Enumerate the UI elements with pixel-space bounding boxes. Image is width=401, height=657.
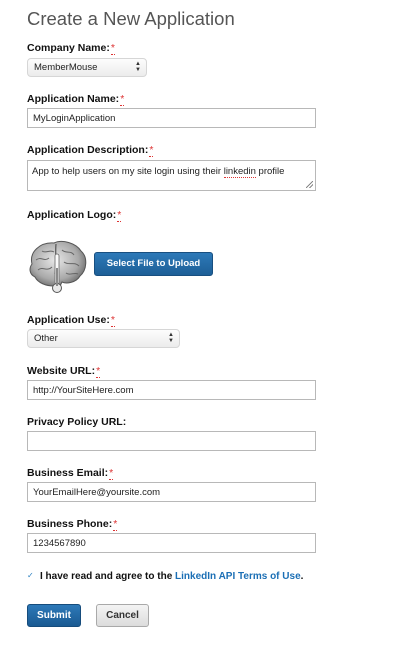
business-email-input[interactable]: YourEmailHere@yoursite.com [27, 482, 316, 502]
select-file-upload-button[interactable]: Select File to Upload [94, 252, 213, 276]
website-url-label: Website URL:* [27, 365, 101, 378]
application-description-textarea[interactable]: App to help users on my site login using… [27, 160, 316, 191]
company-name-label: Company Name:* [27, 42, 115, 55]
required-marker: * [96, 365, 101, 378]
website-url-input[interactable]: http://YourSiteHere.com [27, 380, 316, 400]
resize-handle-icon[interactable] [306, 181, 313, 188]
privacy-policy-url-label: Privacy Policy URL: [27, 416, 127, 428]
application-description-label: Application Description:* [27, 144, 154, 157]
company-name-select[interactable]: MemberMouse ▲ ▼ [27, 58, 147, 77]
application-use-label: Application Use:* [27, 314, 115, 327]
required-marker: * [109, 467, 114, 480]
company-name-value: MemberMouse [34, 62, 98, 73]
agree-terms-checkbox[interactable]: ✓ [27, 572, 35, 580]
required-marker: * [117, 209, 122, 222]
required-marker: * [113, 518, 118, 531]
cancel-button[interactable]: Cancel [96, 604, 149, 627]
privacy-policy-url-input[interactable] [27, 431, 316, 451]
required-marker: * [110, 42, 115, 55]
business-email-label: Business Email:* [27, 467, 114, 480]
required-marker: * [149, 144, 154, 157]
brain-logo-image [29, 240, 87, 293]
page-title: Create a New Application [27, 8, 235, 29]
submit-button[interactable]: Submit [27, 604, 81, 627]
application-logo-label: Application Logo:* [27, 209, 122, 222]
select-arrows-icon: ▲ ▼ [135, 61, 141, 73]
application-name-input[interactable]: MyLoginApplication [27, 108, 316, 128]
business-phone-input[interactable]: 1234567890 [27, 533, 316, 553]
required-marker: * [110, 314, 115, 327]
terms-of-use-link[interactable]: LinkedIn API Terms of Use [175, 571, 301, 582]
application-name-label: Application Name:* [27, 93, 125, 106]
select-arrows-icon: ▲ ▼ [168, 332, 174, 344]
spellcheck-flagged-word: linkedin [223, 166, 256, 178]
application-use-value: Other [34, 333, 58, 344]
business-phone-label: Business Phone:* [27, 518, 118, 531]
required-marker: * [120, 93, 125, 106]
agree-terms-label: I have read and agree to the LinkedIn AP… [40, 571, 304, 582]
application-use-select[interactable]: Other ▲ ▼ [27, 329, 180, 348]
